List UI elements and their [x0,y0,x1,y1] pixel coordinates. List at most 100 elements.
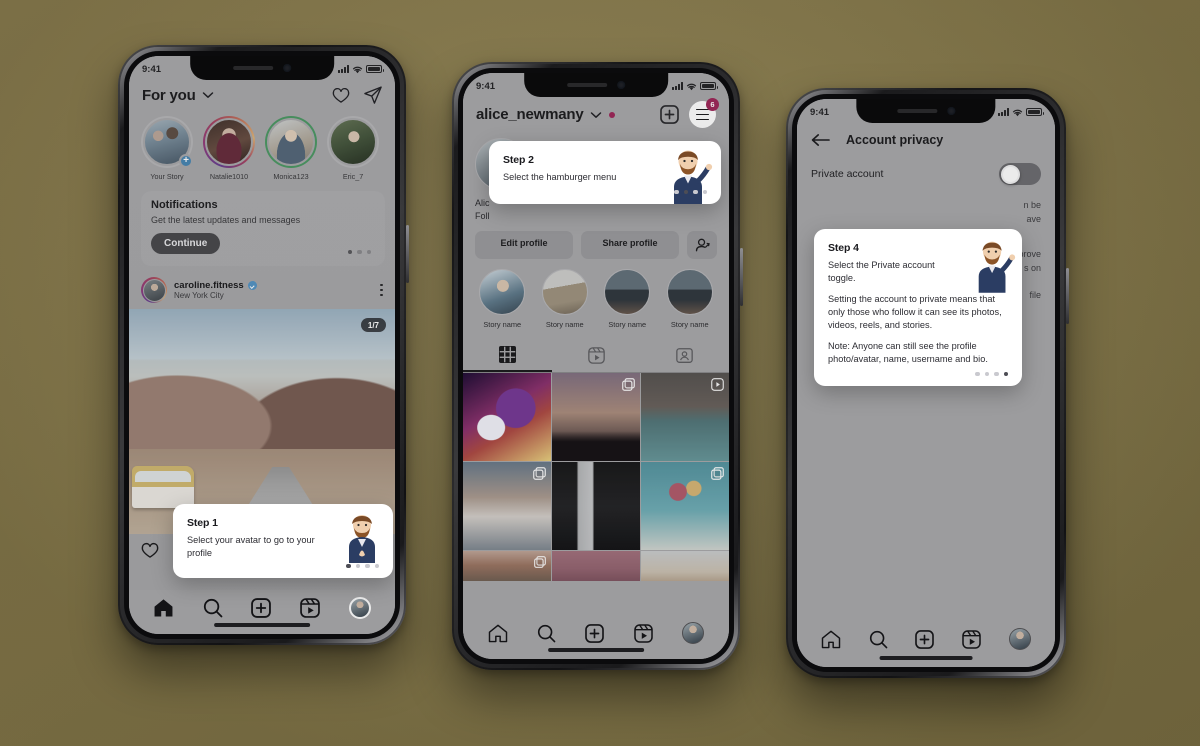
reels-icon[interactable] [634,623,653,643]
profile-action-row: Edit profile Share profile [463,221,729,259]
profile-avatar[interactable] [682,622,705,644]
grid-photo[interactable] [552,462,640,550]
tab-grid[interactable] [463,339,552,372]
story-label: Your Story [150,172,184,181]
tooltip-text-3: Note: Anyone can still see the profile p… [828,341,988,365]
phone-1-tab-bar[interactable] [129,590,395,634]
search-icon[interactable] [203,598,223,618]
story-item[interactable]: Eric_7 [327,116,379,181]
home-icon[interactable] [153,598,174,618]
private-account-toggle[interactable] [999,163,1041,185]
create-icon[interactable] [251,598,272,618]
home-icon[interactable] [821,630,841,649]
tooltip-text: Select your avatar to go to your profile [187,534,315,558]
create-icon[interactable] [585,623,605,643]
story-highlights-row[interactable]: Story name Story name Story name Story n… [463,259,729,331]
stories-row[interactable]: + Your Story Natalie1010 Monica123 Eric_… [129,112,395,187]
heart-icon[interactable] [332,87,350,104]
highlight-item[interactable]: Story name [600,269,655,329]
highlight-item[interactable]: Story name [475,269,530,329]
phone-1-home-indicator [214,623,310,627]
tab-tagged[interactable] [640,339,729,372]
chevron-down-icon[interactable] [590,111,602,119]
create-icon[interactable] [660,105,679,124]
notifications-dots [347,249,371,254]
hamburger-menu-icon[interactable]: 6 [689,98,719,128]
share-profile-button[interactable]: Share profile [581,231,679,259]
profile-content-tabs[interactable] [463,339,729,373]
add-story-plus-icon[interactable]: + [179,154,193,168]
status-time: 9:41 [476,80,496,92]
story-ring-unseen [203,116,255,168]
profile-photo-grid[interactable] [463,373,729,582]
phone-1-side-button [406,225,409,283]
post-header: caroline.fitness New York City [129,272,395,309]
grid-photo[interactable] [463,462,551,550]
toggle-knob [1000,164,1020,184]
grid-photo[interactable] [552,551,640,582]
story-ring-your-story: + [141,116,193,168]
earpiece-speaker [567,83,607,87]
status-time: 9:41 [810,106,830,118]
reel-icon [711,378,724,391]
post-location: New York City [174,291,224,300]
reels-icon[interactable] [300,598,320,618]
add-person-icon[interactable] [687,231,717,259]
post-image[interactable]: 1/7 [129,309,395,534]
story-ring-seen [327,116,379,168]
highlight-item[interactable]: Story name [538,269,593,329]
profile-username[interactable]: alice_newmany [476,106,584,123]
phone-2-side-button [740,248,743,306]
status-time: 9:41 [142,63,162,75]
chevron-down-icon[interactable] [202,91,214,99]
reels-icon[interactable] [962,629,982,649]
battery-icon [366,65,384,73]
profile-avatar[interactable] [1009,628,1032,650]
heart-icon[interactable] [141,542,159,559]
story-item[interactable]: Natalie1010 [203,116,255,181]
send-icon[interactable] [364,86,382,104]
edit-profile-button[interactable]: Edit profile [475,231,573,259]
search-icon[interactable] [537,624,556,643]
profile-avatar[interactable] [348,597,371,619]
front-camera [283,64,291,72]
earpiece-speaker [233,66,273,70]
story-item[interactable]: + Your Story [141,116,193,181]
private-account-row[interactable]: Private account [797,147,1055,185]
battery-icon [1026,108,1044,116]
carousel-icon [711,467,724,481]
phone-3-screen: 9:41 Account privacy Private account n b… [797,99,1055,667]
grid-photo[interactable] [552,373,640,461]
continue-button[interactable]: Continue [151,233,221,254]
tab-reels[interactable] [552,339,641,372]
grid-photo[interactable] [463,373,551,461]
back-arrow-icon[interactable] [811,133,830,147]
tooltip-step-label: Step 2 [503,154,534,166]
create-icon[interactable] [915,629,935,649]
grid-photo[interactable] [463,551,551,582]
story-thumb [267,118,315,166]
story-item[interactable]: Monica123 [265,116,317,181]
carousel-icon [532,467,546,481]
phone-3: 9:41 Account privacy Private account n b… [786,88,1069,678]
post-avatar[interactable] [141,277,167,303]
phone-2: 9:41 alice_newmany 6 Alic Foll Edit prof… [452,62,743,670]
highlight-item[interactable]: Story name [663,269,718,329]
phone-2-tab-bar[interactable] [463,615,729,659]
post-username[interactable]: caroline.fitness [174,280,244,291]
grid-photo[interactable] [641,373,729,461]
grid-photo[interactable] [641,551,729,582]
tagged-icon [676,347,693,364]
phone-1-screen: 9:41 For you + Your Story Natalie1010 Mo… [129,56,395,634]
unread-status-dot [609,111,616,118]
search-icon[interactable] [869,630,888,649]
grid-photo[interactable] [641,462,729,550]
notifications-subtitle: Get the latest updates and messages [151,215,301,225]
kebab-menu-icon[interactable] [380,283,383,297]
tooltip-step-2: Step 2 Select the hamburger menu [489,141,721,205]
wifi-icon [1012,108,1023,117]
menu-badge-count: 6 [706,98,719,111]
highlight-label: Story name [608,320,647,329]
home-icon[interactable] [488,624,508,643]
post-image-counter: 1/7 [360,318,386,332]
